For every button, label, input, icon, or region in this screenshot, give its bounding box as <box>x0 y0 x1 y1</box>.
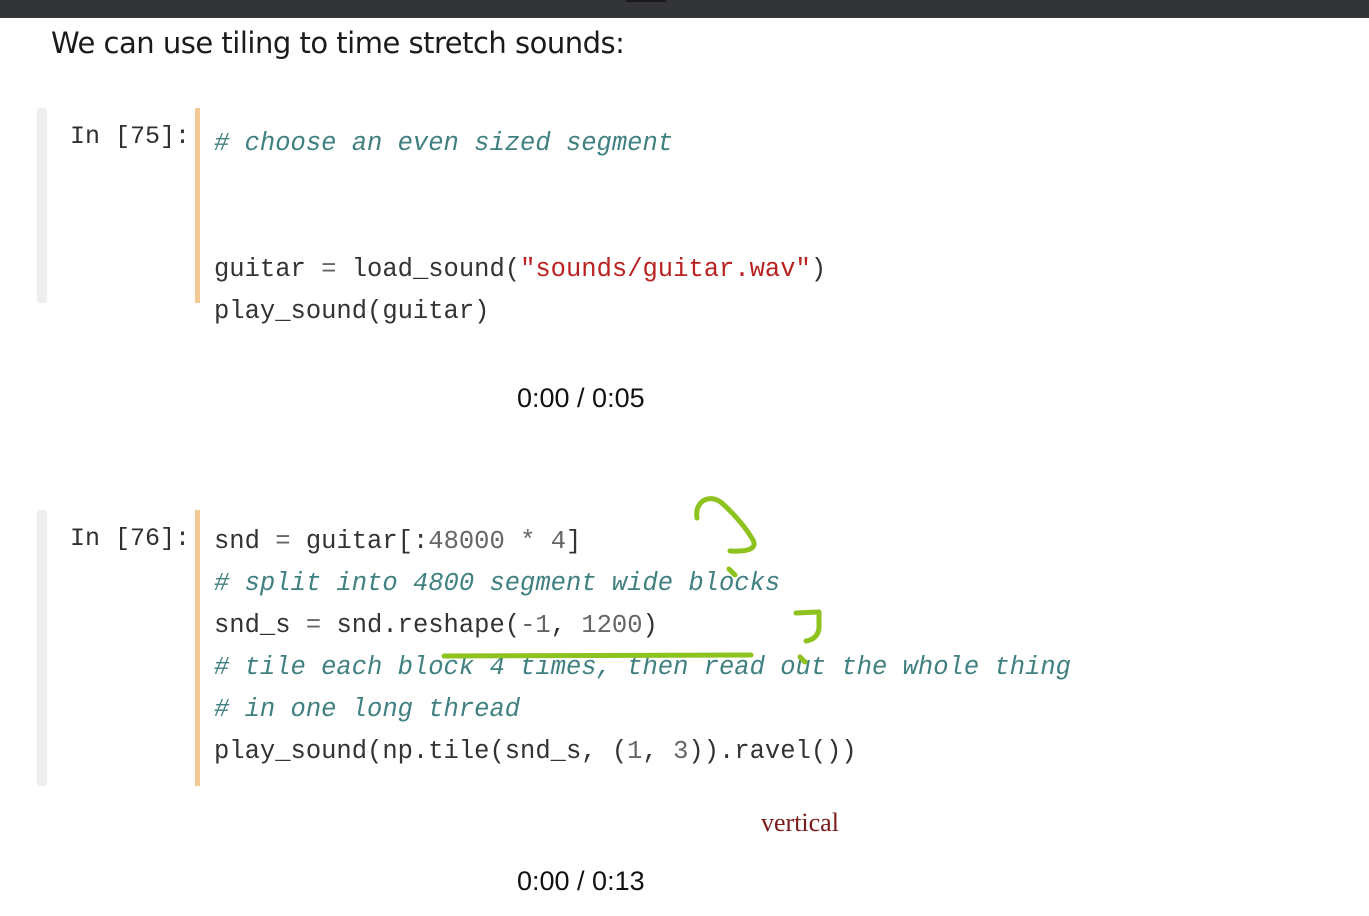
code-token: snd.reshape( <box>321 611 521 640</box>
code-line: # in one long thread <box>214 694 520 726</box>
code-token: # choose an even sized segment <box>214 129 674 158</box>
code-token: 1 <box>627 737 643 766</box>
code-token: = <box>305 611 322 640</box>
code-token: ) <box>642 611 658 640</box>
code-token: ] <box>566 527 582 556</box>
code-line: play_sound(np.tile(snd_s, (1, 3)).ravel(… <box>214 736 857 768</box>
code-line: # choose an even sized segment <box>214 128 673 160</box>
code-line: # tile each block 4 times, then read out… <box>214 652 1071 684</box>
code-line: guitar = load_sound("sounds/guitar.wav") <box>214 254 826 286</box>
code-token: - <box>520 611 536 640</box>
code-line: snd = guitar[:48000 * 4] <box>214 526 581 558</box>
input-prompt: In [76]: <box>70 524 191 553</box>
code-token: ) <box>810 255 827 284</box>
code-token: )).ravel()) <box>688 737 857 766</box>
code-line: snd_s = snd.reshape(-1, 1200) <box>214 610 658 642</box>
code-token: = <box>275 527 291 556</box>
code-token: # tile each block 4 times, then read out… <box>214 653 1071 682</box>
code-token: load_sound( <box>336 255 521 284</box>
cell-edit-border <box>195 510 200 786</box>
code-token: , <box>550 611 582 640</box>
audio-player-time[interactable]: 0:00 / 0:13 <box>517 866 645 897</box>
code-token: = <box>321 255 337 284</box>
code-token: 4 <box>550 527 567 556</box>
code-token: , <box>642 737 674 766</box>
cell-gutter <box>37 510 47 786</box>
code-token: # split into 4800 segment wide blocks <box>214 569 781 598</box>
audio-player-time[interactable]: 0:00 / 0:05 <box>517 383 645 414</box>
code-line: # split into 4800 segment wide blocks <box>214 568 780 600</box>
handwritten-note: vertical <box>761 808 839 837</box>
code-line: play_sound(guitar) <box>214 296 489 328</box>
code-token: play_sound(guitar) <box>214 297 490 326</box>
input-prompt: In [75]: <box>70 122 191 151</box>
browser-top-bar <box>0 0 1369 18</box>
top-bar-handle <box>626 0 666 2</box>
code-token: play_sound(np.tile(snd_s, ( <box>214 737 628 766</box>
code-token: 1200 <box>581 611 643 640</box>
code-token: "sounds/guitar.wav" <box>520 255 811 284</box>
code-token: # in one long thread <box>214 695 521 724</box>
code-token: 1 <box>535 611 551 640</box>
cell-gutter <box>37 108 47 303</box>
code-cell-75[interactable]: In [75]: # choose an even sized segment g… <box>37 108 1317 326</box>
code-token: * <box>520 527 536 556</box>
code-cell-76[interactable]: In [76]: snd = guitar[:48000 * 4] # split… <box>37 510 1317 786</box>
markdown-heading: We can use tiling to time stretch sounds… <box>51 26 625 60</box>
code-token: 48000 <box>428 527 505 556</box>
code-token: guitar[: <box>290 527 429 556</box>
code-token: snd_s <box>214 611 306 640</box>
code-token: snd <box>214 527 276 556</box>
code-token: guitar <box>214 255 322 284</box>
cell-edit-border <box>195 108 200 303</box>
code-token: 3 <box>673 737 689 766</box>
